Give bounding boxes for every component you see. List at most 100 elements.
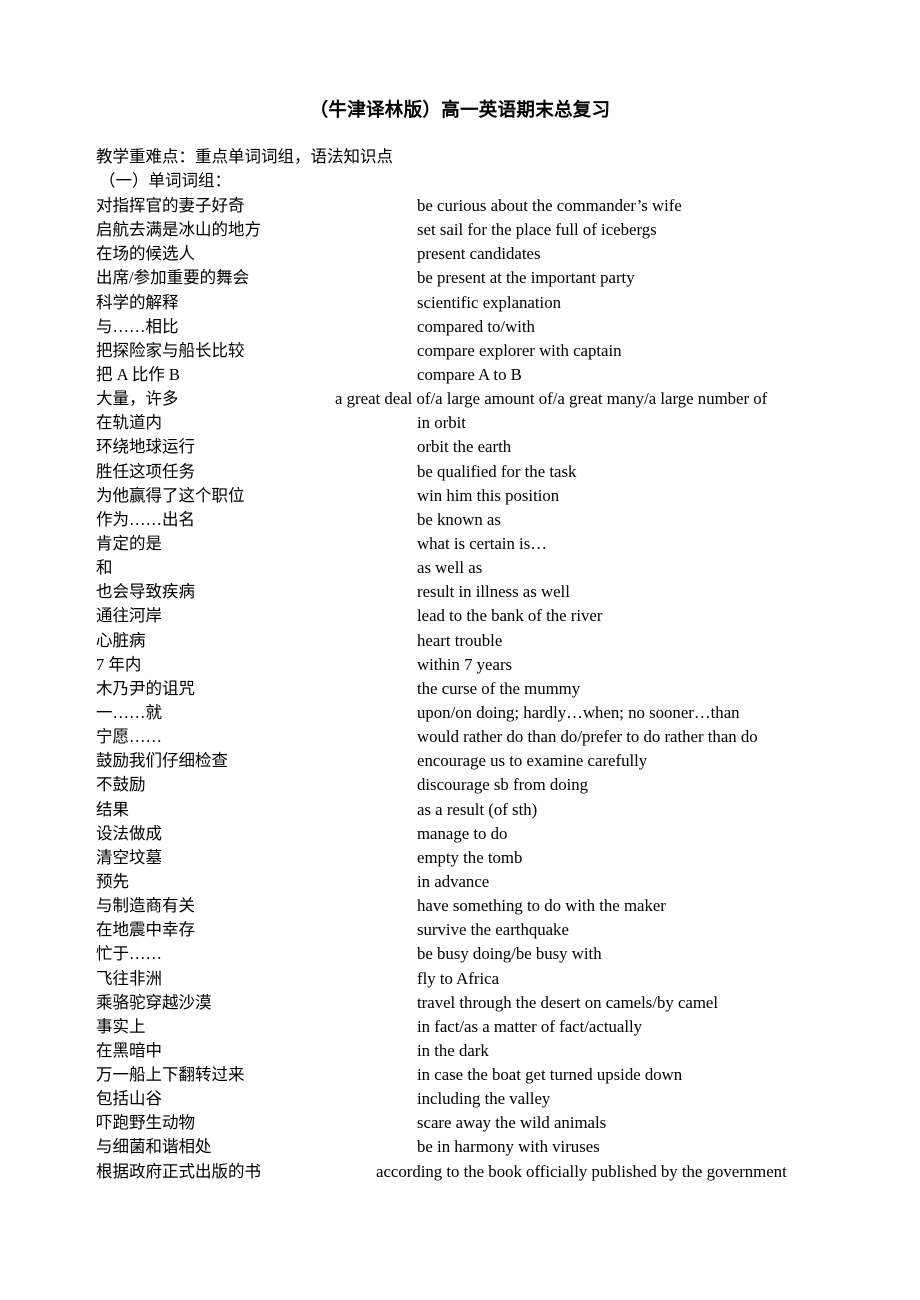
intro-line: 教学重难点：重点单词词组，语法知识点: [96, 147, 393, 166]
vocabulary-chinese: 胜任这项任务: [96, 461, 195, 481]
document-page: （牛津译林版）高一英语期末总复习 教学重难点：重点单词词组，语法知识点 （一）单词…: [0, 0, 920, 1300]
vocabulary-list: 对指挥官的妻子好奇 be curious about the commander’…: [0, 194, 920, 1184]
vocabulary-row: 乘骆驼穿越沙漠 travel through the desert on came…: [0, 991, 920, 1015]
vocabulary-english: a great deal of/a large amount of/a grea…: [335, 389, 768, 409]
vocabulary-chinese: 预先: [96, 871, 129, 891]
vocabulary-chinese: 鼓励我们仔细检查: [96, 751, 228, 771]
vocabulary-english: be in harmony with viruses: [417, 1137, 600, 1157]
vocabulary-english: result in illness as well: [417, 582, 570, 602]
vocabulary-row: 万一船上下翻转过来 in case the boat get turned ups…: [0, 1063, 920, 1087]
vocabulary-chinese: 启航去满是冰山的地方: [96, 220, 261, 240]
vocabulary-row: 飞往非洲 fly to Africa: [0, 967, 920, 991]
vocabulary-english: in orbit: [417, 413, 466, 433]
vocabulary-chinese: 与制造商有关: [96, 896, 195, 916]
vocabulary-chinese: 木乃尹的诅咒: [96, 678, 195, 698]
vocabulary-chinese: 在地震中幸存: [96, 920, 195, 940]
vocabulary-row: 木乃尹的诅咒 the curse of the mummy: [0, 677, 920, 701]
vocabulary-english: be known as: [417, 509, 501, 529]
vocabulary-chinese: 宁愿……: [96, 727, 162, 747]
vocabulary-english: orbit the earth: [417, 437, 512, 457]
vocabulary-chinese: 和: [96, 558, 113, 578]
vocabulary-english: in the dark: [417, 1040, 489, 1060]
vocabulary-chinese: 大量，许多: [96, 389, 179, 409]
vocabulary-chinese: 心脏病: [96, 630, 146, 650]
vocabulary-english: compare explorer with captain: [417, 340, 622, 360]
vocabulary-row: 预先 in advance: [0, 870, 920, 894]
vocabulary-row: 作为……出名 be known as: [0, 508, 920, 532]
vocabulary-chinese: 对指挥官的妻子好奇: [96, 196, 245, 215]
vocabulary-row: 结果 as a result (of sth): [0, 798, 920, 822]
vocabulary-chinese: 不鼓励: [96, 775, 146, 795]
vocabulary-row: 事实上 in fact/as a matter of fact/actually: [0, 1015, 920, 1039]
vocabulary-chinese: 乘骆驼穿越沙漠: [96, 992, 212, 1012]
vocabulary-row: 包括山谷 including the valley: [0, 1087, 920, 1111]
vocabulary-english: lead to the bank of the river: [417, 606, 603, 626]
vocabulary-row: 和 as well as: [0, 556, 920, 580]
vocabulary-row: 在黑暗中 in the dark: [0, 1039, 920, 1063]
vocabulary-chinese: 与……相比: [96, 316, 179, 336]
vocabulary-chinese: 肯定的是: [96, 533, 162, 553]
vocabulary-row: 环绕地球运行 orbit the earth: [0, 435, 920, 459]
vocabulary-chinese: 把探险家与船长比较: [96, 340, 245, 360]
vocabulary-row: 宁愿…… would rather do than do/prefer to do…: [0, 725, 920, 749]
vocabulary-row: 胜任这项任务 be qualified for the task: [0, 460, 920, 484]
vocabulary-chinese: 一……就: [96, 702, 162, 722]
vocabulary-english: in fact/as a matter of fact/actually: [417, 1016, 643, 1036]
vocabulary-row: 不鼓励 discourage sb from doing: [0, 773, 920, 797]
vocabulary-row: 把 A 比作 B compare A to B: [0, 363, 920, 387]
vocabulary-english: would rather do than do/prefer to do rat…: [417, 727, 758, 747]
vocabulary-chinese: 7 年内: [96, 654, 142, 674]
vocabulary-english: as well as: [417, 558, 483, 578]
vocabulary-chinese: 也会导致疾病: [96, 582, 195, 602]
vocabulary-row: 设法做成 manage to do: [0, 822, 920, 846]
vocabulary-english: including the valley: [417, 1089, 551, 1109]
vocabulary-row: 出席/参加重要的舞会 be present at the important pa…: [0, 266, 920, 290]
vocabulary-english: as a result (of sth): [417, 799, 538, 819]
vocabulary-english: survive the earthquake: [417, 920, 569, 940]
vocabulary-chinese: 在黑暗中: [96, 1040, 162, 1060]
vocabulary-row: 清空坟墓 empty the tomb: [0, 846, 920, 870]
vocabulary-row: 肯定的是 what is certain is…: [0, 532, 920, 556]
vocabulary-chinese: 在轨道内: [96, 413, 162, 433]
vocabulary-english: travel through the desert on camels/by c…: [417, 992, 719, 1012]
vocabulary-row: 在地震中幸存 survive the earthquake: [0, 918, 920, 942]
vocabulary-row: 与……相比 compared to/with: [0, 315, 920, 339]
page-title: （牛津译林版）高一英语期末总复习: [309, 101, 611, 121]
vocabulary-chinese: 设法做成: [96, 823, 162, 843]
vocabulary-row: 7 年内 within 7 years: [0, 653, 920, 677]
vocabulary-english: according to the book officially publish…: [376, 1161, 787, 1181]
vocabulary-english: in advance: [417, 871, 490, 891]
vocabulary-english: be curious about the commander’s wife: [417, 196, 682, 215]
vocabulary-english: encourage us to examine carefully: [417, 751, 648, 771]
vocabulary-chinese: 事实上: [96, 1016, 146, 1036]
vocabulary-chinese: 把 A 比作 B: [96, 364, 180, 384]
vocabulary-chinese: 作为……出名: [96, 509, 195, 529]
vocabulary-chinese: 结果: [96, 799, 129, 819]
vocabulary-english: the curse of the mummy: [417, 678, 581, 698]
vocabulary-chinese: 忙于……: [96, 944, 162, 964]
vocabulary-row: 启航去满是冰山的地方 set sail for the place full of…: [0, 218, 920, 242]
vocabulary-chinese: 环绕地球运行: [96, 437, 195, 457]
vocabulary-row: 为他赢得了这个职位 win him this position: [0, 484, 920, 508]
vocabulary-row: 与制造商有关 have something to do with the make…: [0, 894, 920, 918]
vocabulary-row: 也会导致疾病 result in illness as well: [0, 580, 920, 604]
vocabulary-english: heart trouble: [417, 630, 503, 650]
vocabulary-chinese: 吓跑野生动物: [96, 1113, 195, 1133]
vocabulary-row: 科学的解释 scientific explanation: [0, 291, 920, 315]
vocabulary-row: 大量，许多 a great deal of/a large amount of/a…: [0, 387, 920, 411]
vocabulary-chinese: 在场的候选人: [96, 244, 195, 264]
vocabulary-chinese: 飞往非洲: [96, 968, 162, 988]
vocabulary-chinese: 万一船上下翻转过来: [96, 1065, 245, 1085]
vocabulary-english: have something to do with the maker: [417, 896, 666, 916]
vocabulary-english: compare A to B: [417, 364, 522, 384]
vocabulary-row: 在场的候选人 present candidates: [0, 242, 920, 266]
vocabulary-row: 对指挥官的妻子好奇 be curious about the commander’…: [0, 194, 920, 218]
vocabulary-english: discourage sb from doing: [417, 775, 589, 795]
vocabulary-english: present candidates: [417, 244, 541, 264]
vocabulary-chinese: 科学的解释: [96, 292, 179, 312]
intro-line: （一）单词词组：: [99, 170, 231, 190]
vocabulary-english: be busy doing/be busy with: [417, 944, 602, 964]
vocabulary-row: 与细菌和谐相处 be in harmony with viruses: [0, 1135, 920, 1159]
vocabulary-chinese: 根据政府正式出版的书: [96, 1161, 261, 1181]
vocabulary-english: be present at the important party: [417, 268, 635, 288]
